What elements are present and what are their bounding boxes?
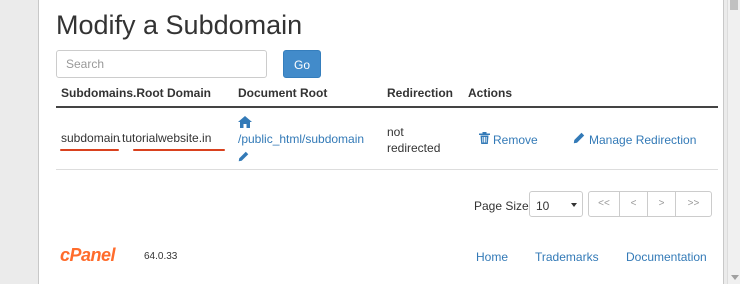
previous-page-button[interactable]: < [619,191,648,217]
redirection-status-line2: redirected [387,141,441,155]
scroll-down-arrow-icon[interactable] [731,275,739,280]
root-domain-name: tutorialwebsite.in [122,131,212,145]
subdomain-highlight-underline [60,149,119,151]
pencil-icon [573,132,585,147]
manage-redirection-button[interactable]: Manage Redirection [573,132,696,147]
page-size-value: 10 [536,199,550,213]
page-size-select[interactable]: 10 [529,191,583,217]
version-number: 64.0.33 [144,251,178,262]
column-header-redirection[interactable]: Redirection [387,86,453,100]
last-page-button[interactable]: >> [675,191,712,217]
remove-label: Remove [493,132,538,147]
footer-home-link[interactable]: Home [476,250,508,264]
cpanel-logo: cPanel [60,245,116,265]
home-icon[interactable] [238,115,252,133]
edit-document-root-pencil-icon[interactable] [238,149,249,167]
caret-down-icon [571,203,577,207]
pagination: << < > >> [588,191,712,217]
first-page-button[interactable]: << [588,191,620,217]
subdomain-name: subdomain [61,131,120,145]
column-header-actions: Actions [468,86,513,100]
root-domain-highlight-underline [133,149,225,151]
column-header-document-root[interactable]: Document Root [238,86,327,100]
go-button[interactable]: Go [283,50,321,78]
redirection-status-line1: not [387,125,404,139]
vertical-scrollbar[interactable] [727,0,740,284]
footer-trademarks-link[interactable]: Trademarks [535,250,599,264]
footer-documentation-link[interactable]: Documentation [626,250,707,264]
table-header-divider [56,106,718,108]
trash-icon [479,132,490,147]
next-page-button[interactable]: > [647,191,676,217]
page-title: Modify a Subdomain [56,10,303,40]
manage-redirection-label: Manage Redirection [589,132,697,147]
redirection-status: not redirected [387,124,457,156]
scrollbar-thumb[interactable] [730,0,738,10]
column-header-subdomain[interactable]: Subdomains.Root Domain [61,86,211,100]
table-row-divider [56,169,718,170]
remove-button[interactable]: Remove [479,132,538,147]
page-size-label: Page Size [474,199,529,213]
document-root-link[interactable]: /public_html/subdomain [238,132,364,146]
search-input[interactable] [56,50,267,78]
domain-separator: . [118,131,122,145]
